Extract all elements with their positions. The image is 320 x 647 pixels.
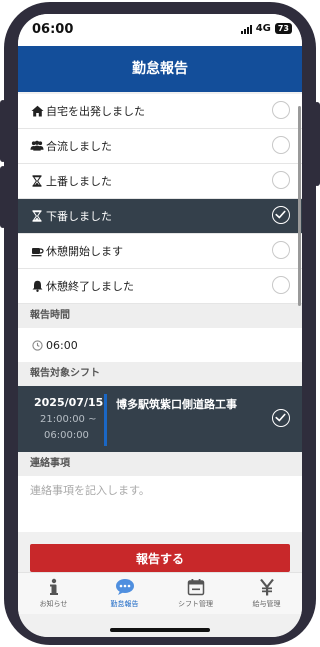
shift-site-name: 博多駅筑紫口側道路工事 <box>116 398 237 411</box>
bell-icon <box>30 280 44 292</box>
report-option-label: 休憩終了しました <box>46 280 134 293</box>
tab-bar: お知らせ 勤怠報告 シフト管理 給与管理 <box>18 572 302 615</box>
radio-circle-icon <box>272 276 290 294</box>
report-option-label: 休憩開始します <box>46 245 123 258</box>
tab-salary[interactable]: 給与管理 <box>231 573 302 615</box>
battery-icon: 73 <box>274 23 292 34</box>
report-option-2[interactable]: 合流しました <box>18 129 302 164</box>
report-option-5[interactable]: 休憩開始します <box>18 234 302 269</box>
report-option-label: 自宅を出発しました <box>46 105 145 118</box>
radio-circle-icon <box>272 136 290 154</box>
phone-side-button-left-bottom <box>0 166 6 228</box>
report-option-label: 合流しました <box>46 140 112 153</box>
tab-shift-label: シフト管理 <box>178 600 213 608</box>
main-content: 自宅を出発しました 合流しました 上番しました 下番しました 休憩開始します 休憩終了しま… <box>18 94 302 574</box>
coffee-icon <box>30 246 44 257</box>
report-option-4[interactable]: 下番しました <box>18 199 302 234</box>
network-type: 4G <box>255 23 271 34</box>
yen-icon <box>259 577 275 597</box>
status-bar: 06:00 4G 73 <box>18 14 302 46</box>
home-indicator-area <box>18 614 302 637</box>
scrollbar[interactable] <box>298 106 301 306</box>
submit-button[interactable]: 報告する <box>30 544 290 572</box>
status-time: 06:00 <box>32 22 74 37</box>
submit-area: 報告する <box>18 532 302 574</box>
report-option-1[interactable]: 自宅を出発しました <box>18 94 302 129</box>
report-option-label: 上番しました <box>46 175 112 188</box>
tab-attendance[interactable]: 勤怠報告 <box>89 573 160 615</box>
phone-side-button-left-top <box>0 100 6 162</box>
report-time-field[interactable]: 06:00 <box>18 328 302 362</box>
tab-notices[interactable]: お知らせ <box>18 573 89 615</box>
report-time-label: 報告時間 <box>18 304 302 328</box>
checkmark-icon <box>272 409 290 427</box>
checkmark-icon <box>272 206 290 224</box>
report-option-3[interactable]: 上番しました <box>18 164 302 199</box>
shift-divider <box>104 394 107 446</box>
group-icon <box>30 140 44 152</box>
report-option-label: 下番しました <box>46 210 112 223</box>
tab-attendance-label: 勤怠報告 <box>110 600 139 608</box>
info-icon <box>48 577 60 597</box>
tab-notices-label: お知らせ <box>39 600 68 608</box>
clock-icon <box>30 339 44 351</box>
report-time-value: 06:00 <box>46 338 78 352</box>
page-title: 勤怠報告 <box>18 46 302 92</box>
signal-icon <box>240 24 252 34</box>
phone-screen: 06:00 4G 73 勤怠報告 自宅を出発しました 合流しました 上番しました 下番… <box>18 14 302 637</box>
chat-icon <box>115 577 135 597</box>
hourglass-icon <box>30 210 44 222</box>
radio-circle-icon <box>272 241 290 259</box>
shift-end-time: 06:00:00 <box>44 430 89 441</box>
home-icon <box>30 105 44 117</box>
tab-salary-label: 給与管理 <box>252 600 281 608</box>
shift-section-label: 報告対象シフト <box>18 362 302 386</box>
status-indicators: 4G 73 <box>240 23 292 34</box>
shift-date: 2025/07/15 <box>34 396 104 409</box>
hourglass-icon <box>30 175 44 187</box>
radio-circle-icon <box>272 171 290 189</box>
report-option-6[interactable]: 休憩終了しました <box>18 269 302 304</box>
shift-item[interactable]: 2025/07/15 21:00:00 ~ 06:00:00 博多駅筑紫口側道路… <box>18 386 302 452</box>
memo-input[interactable] <box>18 476 302 532</box>
calendar-icon <box>187 577 205 597</box>
home-indicator[interactable] <box>110 628 210 632</box>
memo-label: 連絡事項 <box>18 452 302 476</box>
shift-start-time: 21:00:00 ~ <box>40 414 97 425</box>
tab-shift[interactable]: シフト管理 <box>160 573 231 615</box>
report-option-list: 自宅を出発しました 合流しました 上番しました 下番しました 休憩開始します 休憩終了しま… <box>18 94 302 304</box>
phone-side-button-right <box>314 102 320 186</box>
radio-circle-icon <box>272 101 290 119</box>
